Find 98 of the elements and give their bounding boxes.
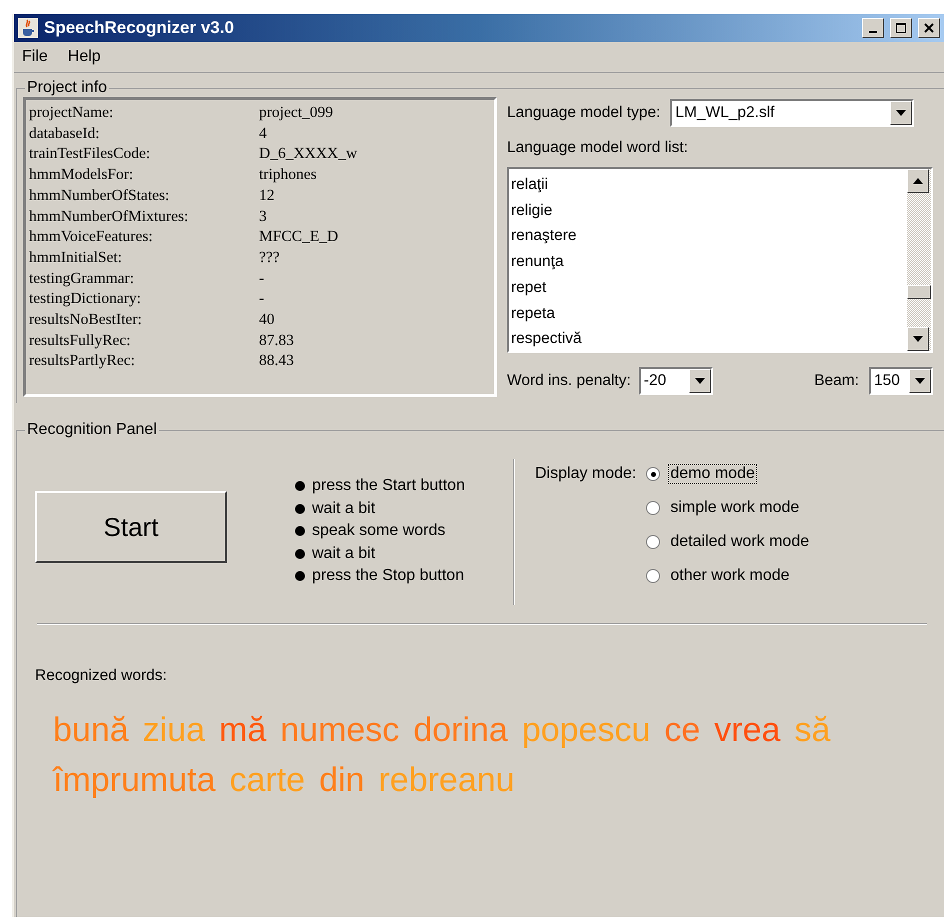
- recognized-word: popescu: [522, 710, 650, 751]
- dropdown-button[interactable]: [890, 101, 912, 125]
- radio-button[interactable]: [646, 501, 660, 515]
- recognized-word: ziua: [142, 710, 206, 751]
- property-value: ???: [259, 248, 281, 268]
- recognized-word: vrea: [714, 710, 780, 751]
- list-item[interactable]: renunţa: [511, 249, 905, 275]
- property-value: 87.83: [259, 330, 295, 351]
- group-title: Project info: [26, 79, 108, 97]
- recognized-word: rebreanu: [378, 760, 515, 801]
- maximize-button[interactable]: [890, 18, 912, 38]
- property-name: hmmModelsFor:: [29, 165, 134, 186]
- property-name: hmmVoiceFeatures:: [29, 227, 154, 248]
- instruction-text: press the Stop button: [312, 566, 464, 586]
- field-label: Display mode:: [535, 465, 636, 483]
- field-label: Beam:: [814, 372, 859, 390]
- field-label: Language model type:: [507, 104, 660, 122]
- property-name: resultsFullyRec:: [29, 330, 132, 351]
- close-icon: [924, 23, 934, 33]
- property-value: 88.43: [259, 351, 295, 372]
- scroll-down-button[interactable]: [907, 327, 929, 351]
- recognized-word: împrumuta: [53, 760, 216, 801]
- property-value: 40: [259, 310, 276, 330]
- maximize-icon: [896, 23, 906, 33]
- recognized-word: carte: [230, 760, 306, 801]
- bullet-icon: [295, 481, 305, 492]
- list-item[interactable]: religie: [511, 198, 905, 224]
- property-value: project_099: [259, 103, 334, 123]
- scroll-thumb[interactable]: [907, 285, 931, 299]
- down-arrow-icon: [694, 378, 705, 384]
- beam-dropdown[interactable]: 150: [869, 367, 933, 395]
- instruction-text: wait a bit: [312, 498, 376, 518]
- property-value: triphones: [259, 165, 318, 186]
- down-arrow-icon: [915, 378, 925, 384]
- recognized-word: dorina: [413, 710, 508, 751]
- list-item[interactable]: repeta: [511, 300, 905, 326]
- field-label: Word ins. penalty:: [507, 372, 631, 390]
- property-value: -: [259, 289, 266, 310]
- recognized-word: din: [319, 760, 364, 801]
- down-arrow-icon: [896, 110, 906, 116]
- radio-button[interactable]: [646, 535, 660, 549]
- radio-label[interactable]: demo mode: [668, 464, 757, 484]
- start-button[interactable]: Start: [35, 491, 227, 563]
- up-arrow-icon: [913, 178, 923, 184]
- radio-label[interactable]: simple work mode: [668, 498, 802, 518]
- recognized-word: numesc: [280, 710, 400, 751]
- language-model-dropdown[interactable]: LM_WL_p2.slf: [670, 99, 914, 127]
- recognized-word: să: [794, 710, 830, 751]
- penalty-dropdown[interactable]: -20: [638, 367, 713, 395]
- instruction-text: press the Start button: [312, 476, 465, 496]
- list-item[interactable]: respectivă: [511, 326, 905, 352]
- list-item[interactable]: relaţii: [511, 172, 905, 198]
- window-title: SpeechRecognizer v3.0: [44, 18, 235, 38]
- bullet-icon: [295, 504, 305, 514]
- field-label: Language model word list:: [507, 139, 689, 157]
- property-name: resultsPartlyRec:: [29, 351, 136, 372]
- list-item[interactable]: repet: [511, 274, 905, 301]
- property-name: hmmInitialSet:: [29, 248, 123, 268]
- property-value: -: [259, 268, 266, 289]
- property-name: testingDictionary:: [29, 289, 142, 310]
- bullet-icon: [295, 526, 305, 536]
- radio-label[interactable]: other work mode: [668, 566, 792, 586]
- down-arrow-icon: [913, 336, 923, 342]
- recognized-word: bună: [53, 710, 129, 751]
- property-name: resultsNoBestIter:: [29, 310, 143, 330]
- property-name: hmmNumberOfStates:: [29, 186, 170, 206]
- close-button[interactable]: [918, 18, 940, 38]
- list-item[interactable]: renaştere: [511, 223, 905, 250]
- recognized-word: mă: [219, 710, 266, 751]
- property-name: databaseId:: [29, 124, 101, 144]
- instruction-text: wait a bit: [312, 544, 376, 564]
- bullet-icon: [295, 548, 305, 559]
- minimize-button[interactable]: [862, 18, 884, 38]
- property-name: hmmNumberOfMixtures:: [29, 206, 190, 227]
- radio-button[interactable]: [646, 467, 660, 481]
- property-name: testingGrammar:: [29, 268, 136, 289]
- scrollbar[interactable]: [907, 169, 931, 351]
- recognized-word: ce: [664, 710, 700, 751]
- scroll-up-button[interactable]: [907, 169, 929, 193]
- dropdown-button[interactable]: [909, 369, 931, 393]
- property-name: projectName:: [29, 103, 114, 123]
- property-value: D_6_XXXX_w: [259, 144, 358, 164]
- radio-button[interactable]: [646, 569, 660, 583]
- bullet-icon: [295, 571, 305, 582]
- minimize-icon: [869, 31, 877, 33]
- cup-icon: [18, 18, 38, 38]
- menu-item[interactable]: Help: [68, 48, 101, 66]
- menu-item[interactable]: File: [22, 48, 48, 66]
- property-value: 4: [259, 124, 268, 144]
- property-value: 3: [259, 206, 268, 227]
- property-value: 12: [259, 186, 276, 206]
- radio-label[interactable]: detailed work mode: [668, 532, 812, 552]
- property-value: MFCC_E_D: [259, 227, 340, 248]
- dropdown-button[interactable]: [688, 369, 711, 393]
- section-label: Recognized words:: [35, 667, 168, 685]
- group-title: Recognition Panel: [26, 421, 158, 439]
- property-name: trainTestFilesCode:: [29, 144, 152, 164]
- instruction-text: speak some words: [312, 521, 446, 541]
